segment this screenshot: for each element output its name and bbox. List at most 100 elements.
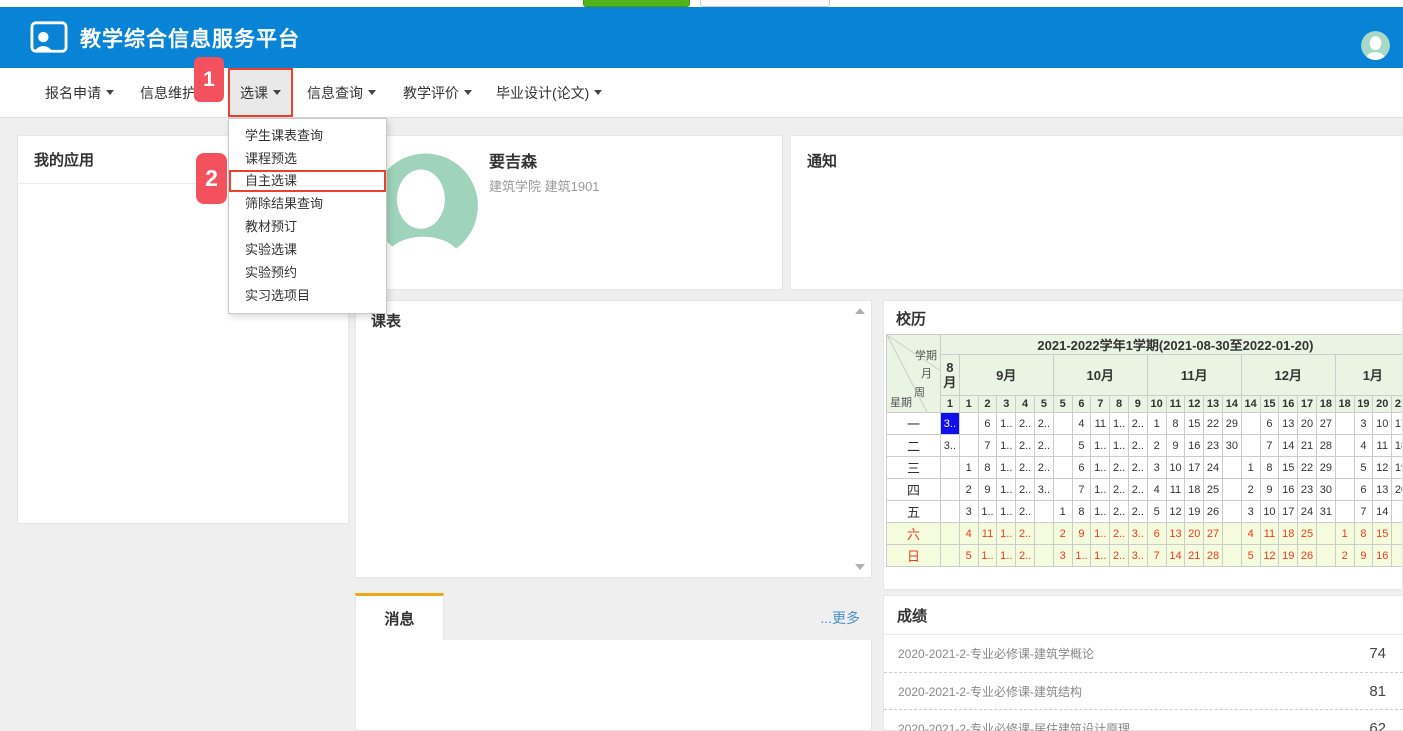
user-avatar-icon[interactable] <box>1361 31 1390 60</box>
menu-item-4[interactable]: 筛除结果查询 <box>229 192 386 215</box>
calendar-week-number: 20 <box>1373 395 1392 412</box>
calendar-day-cell: 17 <box>1185 457 1204 479</box>
menu-item-1[interactable]: 学生课表查询 <box>229 124 386 147</box>
calendar-day-cell: 15 <box>1279 457 1298 479</box>
calendar-week-number: 16 <box>1279 395 1298 412</box>
calendar-day-cell <box>941 457 960 479</box>
calendar-month-header: 1月 <box>1335 355 1403 396</box>
calendar-day-cell <box>941 545 960 567</box>
calendar-day-cell: 26 <box>1298 545 1317 567</box>
calendar-day-cell: 30 <box>1222 435 1241 457</box>
calendar-day-cell: 2 <box>1241 479 1260 501</box>
calendar-semester-header: 2021-2022学年1学期(2021-08-30至2022-01-20) <box>941 335 1403 355</box>
calendar-day-cell: 11 <box>1373 435 1392 457</box>
messages-content <box>355 640 872 731</box>
white-button-fragment[interactable] <box>700 0 830 7</box>
calendar-day-cell <box>1034 545 1053 567</box>
calendar-day-cell: 21 <box>1298 435 1317 457</box>
menu-item-8[interactable]: 实习选项目 <box>229 284 386 307</box>
nav-item-label: 信息查询 <box>307 83 363 103</box>
nav-item-1[interactable]: 报名申请 <box>45 68 114 117</box>
nav-item-6[interactable]: 毕业设计(论文) <box>496 68 602 117</box>
calendar-day-cell: 1.. <box>997 435 1016 457</box>
grade-course: 2020-2021-2-专业必修课-建筑学概论 <box>898 645 1094 662</box>
nav-item-4[interactable]: 信息查询 <box>307 68 376 117</box>
calendar-day-cell: 2.. <box>1128 501 1147 523</box>
calendar-day-cell: 29 <box>1222 413 1241 435</box>
calendar-weekday-label: 五 <box>887 501 941 523</box>
calendar-day-cell: 2.. <box>1110 501 1129 523</box>
calendar-day-cell: 1.. <box>1091 523 1110 545</box>
calendar-day-cell: 21 <box>1185 545 1204 567</box>
calendar-day-cell: 13 <box>1279 413 1298 435</box>
calendar-day-cell: 16 <box>1185 435 1204 457</box>
scroll-up-icon[interactable] <box>855 308 865 314</box>
calendar-day-cell: 19 <box>1392 457 1403 479</box>
calendar-day-cell: 8 <box>978 457 997 479</box>
calendar-day-cell: 27 <box>1204 523 1223 545</box>
calendar-day-cell: 13 <box>1373 479 1392 501</box>
calendar-day-cell: 24 <box>1298 501 1317 523</box>
calendar-day-cell: 17 <box>1392 413 1403 435</box>
calendar-day-cell: 1.. <box>978 545 997 567</box>
calendar-day-cell: 31 <box>1316 501 1335 523</box>
calendar-day-cell <box>1053 457 1072 479</box>
menu-item-2[interactable]: 课程预选 <box>229 147 386 170</box>
nav-item-label: 信息维护 <box>140 83 196 103</box>
scroll-down-icon[interactable] <box>855 564 865 570</box>
calendar-month-header: 8月 <box>941 355 960 396</box>
nav-item-3[interactable]: 选课 <box>228 68 293 117</box>
calendar-day-cell <box>1222 479 1241 501</box>
calendar-day-cell: 8 <box>1166 413 1185 435</box>
grade-course: 2020-2021-2-专业必修课-建筑结构 <box>898 683 1082 700</box>
caret-down-icon <box>106 90 114 95</box>
calendar-title: 校历 <box>896 308 926 329</box>
menu-item-6[interactable]: 实验选课 <box>229 238 386 261</box>
calendar-day-cell: 2.. <box>1016 457 1035 479</box>
calendar-weekday-label: 六 <box>887 523 941 545</box>
calendar-day-cell: 1.. <box>1091 435 1110 457</box>
calendar-day-cell <box>1222 523 1241 545</box>
calendar-day-cell <box>1316 545 1335 567</box>
calendar-day-cell: 1.. <box>997 501 1016 523</box>
calendar-day-cell: 1.. <box>1091 545 1110 567</box>
messages-more-link[interactable]: ...更多 <box>820 608 860 628</box>
calendar-day-cell: 2.. <box>1016 435 1035 457</box>
calendar-weekday-label: 二 <box>887 435 941 457</box>
calendar-day-cell: 2.. <box>1110 457 1129 479</box>
calendar-day-cell: 10 <box>1260 501 1279 523</box>
calendar-day-cell: 25 <box>1298 523 1317 545</box>
grade-row: 2020-2021-2-专业必修课-建筑结构81 <box>884 672 1403 709</box>
calendar-day-cell: 5 <box>1147 501 1166 523</box>
menu-item-5[interactable]: 教材预订 <box>229 215 386 238</box>
calendar-day-cell <box>1034 501 1053 523</box>
app-title: 教学综合信息服务平台 <box>80 23 300 53</box>
calendar-month-header: 9月 <box>959 355 1053 396</box>
calendar-day-cell: 3.. <box>1034 479 1053 501</box>
calendar-day-cell: 20 <box>1392 479 1403 501</box>
calendar-week-number: 5 <box>1034 395 1053 412</box>
calendar-day-cell: 12 <box>1373 457 1392 479</box>
calendar-day-cell: 6 <box>978 413 997 435</box>
calendar-day-cell: 1.. <box>997 523 1016 545</box>
calendar-day-cell: 1.. <box>1091 501 1110 523</box>
calendar-week-number: 8 <box>1110 395 1129 412</box>
calendar-weekday-label: 日 <box>887 545 941 567</box>
nav-item-5[interactable]: 教学评价 <box>403 68 472 117</box>
calendar-day-cell: 2 <box>959 479 978 501</box>
caret-down-icon <box>464 90 472 95</box>
calendar-day-cell: 6 <box>1072 457 1091 479</box>
menu-item-3[interactable]: 自主选课 <box>229 170 386 192</box>
calendar-day-cell <box>1241 413 1260 435</box>
calendar-day-cell: 12 <box>1166 501 1185 523</box>
calendar-day-cell: 23 <box>1204 435 1223 457</box>
calendar-week-number: 10 <box>1147 395 1166 412</box>
calendar-day-cell: 4 <box>959 523 978 545</box>
school-calendar-table: 学期月周星期2021-2022学年1学期(2021-08-30至2022-01-… <box>886 334 1403 567</box>
menu-item-7[interactable]: 实验预约 <box>229 261 386 284</box>
green-button-fragment[interactable] <box>583 0 690 7</box>
calendar-day-cell: 19 <box>1185 501 1204 523</box>
tab-messages[interactable]: 消息 <box>355 593 444 640</box>
calendar-week-number: 12 <box>1185 395 1204 412</box>
calendar-day-cell: 2.. <box>1128 413 1147 435</box>
